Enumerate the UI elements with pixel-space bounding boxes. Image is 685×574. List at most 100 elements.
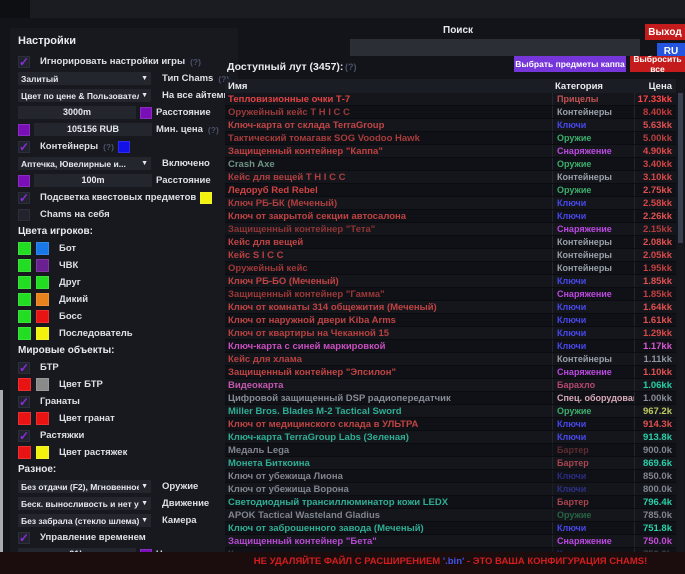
table-row[interactable]: Ключ от комнаты 314 общежития (Меченый)К… xyxy=(225,301,676,314)
value-input[interactable]: 105156 RUB xyxy=(34,123,152,136)
table-row[interactable]: Цифровой защищенный DSP радиопередатчикС… xyxy=(225,392,676,405)
color-swatch[interactable] xyxy=(18,242,31,255)
color-swatch[interactable] xyxy=(36,412,49,425)
color-swatch[interactable] xyxy=(18,446,31,459)
table-row[interactable]: Светодиодный трансиллюминатор кожи LEDXБ… xyxy=(225,496,676,509)
item-name: Цифровой защищенный DSP радиопередатчик xyxy=(225,393,552,404)
value-input[interactable]: 3000m xyxy=(18,106,136,119)
help-icon: (?) xyxy=(208,125,219,135)
settings-title: Настройки xyxy=(18,35,230,47)
table-row[interactable]: Кейс S I C CКонтейнеры2.05kk xyxy=(225,249,676,262)
dropdown[interactable]: Цвет по цене & Пользователь▼ xyxy=(18,89,151,102)
table-row[interactable]: Оружейный кейс Т Н I С СКонтейнеры8.40kk xyxy=(225,106,676,119)
item-name: Ключ-карта от склада TerraGroup xyxy=(225,120,552,131)
color-swatch[interactable] xyxy=(200,192,212,204)
table-row[interactable]: Кейс для вещей Т Н I С СКонтейнеры3.10kk xyxy=(225,171,676,184)
table-row[interactable]: Медаль LegaБартер900.0k xyxy=(225,444,676,457)
table-row[interactable]: Ключ РБ-БО (Меченый)Ключи1.85kk xyxy=(225,275,676,288)
table-row[interactable]: Ключ от убежища ВоронаКлючи800.0k xyxy=(225,483,676,496)
table-row[interactable]: Кейс для вещейКонтейнеры2.08kk xyxy=(225,236,676,249)
table-row[interactable]: Тактический томагавк SOG Voodoo HawkОруж… xyxy=(225,132,676,145)
color-swatch[interactable] xyxy=(36,446,49,459)
item-price: 1.61kk xyxy=(634,314,676,326)
table-row[interactable]: Монета БиткоинаБартер869.6k xyxy=(225,457,676,470)
item-price: 1.10kk xyxy=(634,366,676,378)
color-swatch[interactable] xyxy=(18,276,31,289)
drop-all-button[interactable]: Выбросить все xyxy=(630,56,685,72)
dropdown[interactable]: Без отдачи (F2), Мгновенное п▼ xyxy=(18,480,151,493)
item-category: Оружие xyxy=(552,184,634,196)
color-swatch[interactable] xyxy=(36,259,49,272)
item-category: Оружие xyxy=(552,405,634,417)
item-category: Оружие xyxy=(552,158,634,170)
checkbox-checked[interactable]: ✓ xyxy=(18,362,30,374)
settings-row-checkbox: Chams на себя xyxy=(18,206,230,223)
color-swatch[interactable] xyxy=(18,327,31,340)
color-swatch[interactable] xyxy=(18,175,30,187)
settings-row-colorpair: Босс xyxy=(18,308,230,325)
settings-scrollbar[interactable] xyxy=(0,390,3,552)
settings-row-input: 3000m Расстояние xyxy=(18,104,230,121)
table-row[interactable]: Защищенный контейнер "Бета"Снаряжение750… xyxy=(225,535,676,548)
color-swatch[interactable] xyxy=(36,242,49,255)
settings-row-checkbox: ✓Растяжки xyxy=(18,427,230,444)
table-row[interactable]: Защищенный контейнер "Каппа"Снаряжение4.… xyxy=(225,145,676,158)
color-swatch[interactable] xyxy=(36,276,49,289)
table-row[interactable]: Miller Bros. Blades M-2 Tactical SwordОр… xyxy=(225,405,676,418)
table-row[interactable]: Crash AxeОружие3.40kk xyxy=(225,158,676,171)
color-swatch[interactable] xyxy=(36,293,49,306)
dropdown[interactable]: Аптечка, Ювелирные и...▼ xyxy=(18,157,151,170)
table-row[interactable]: Защищенный контейнер "Гамма"Снаряжение1.… xyxy=(225,288,676,301)
color-swatch[interactable] xyxy=(18,124,30,136)
table-row[interactable]: Ключ от медицинского склада в УЛЬТРАКлюч… xyxy=(225,418,676,431)
table-row[interactable]: Защищенный контейнер "Эпсилон"Снаряжение… xyxy=(225,366,676,379)
table-row[interactable]: Кейс для хламаКонтейнеры1.11kk xyxy=(225,353,676,366)
table-row[interactable]: APOK Tactical Wasteland GladiusОружие785… xyxy=(225,509,676,522)
table-row[interactable]: Ключ от убежища ЛионаКлючи850.0k xyxy=(225,470,676,483)
table-row[interactable]: Ключ от закрытой секции автосалонаКлючи2… xyxy=(225,210,676,223)
table-row[interactable]: Ключ от заброшенного завода (Меченый)Клю… xyxy=(225,522,676,535)
checkbox-checked[interactable]: ✓ xyxy=(18,192,30,204)
table-row[interactable]: Защищенный контейнер "Тета"Снаряжение2.1… xyxy=(225,223,676,236)
color-swatch[interactable] xyxy=(18,310,31,323)
dropdown-value: Залитый xyxy=(21,74,58,84)
checkbox-checked[interactable]: ✓ xyxy=(18,141,30,153)
color-swatch[interactable] xyxy=(18,378,31,391)
checkbox-unchecked[interactable] xyxy=(18,209,30,221)
dropdown[interactable]: Залитый▼ xyxy=(18,72,151,85)
color-swatch[interactable] xyxy=(140,107,152,119)
settings-row-checkbox: ✓Гранаты xyxy=(18,393,230,410)
table-row[interactable]: Оружейный кейсКонтейнеры1.95kk xyxy=(225,262,676,275)
color-swatch[interactable] xyxy=(18,293,31,306)
table-row[interactable]: Ледоруб Red RebelОружие2.75kk xyxy=(225,184,676,197)
color-swatch[interactable] xyxy=(36,310,49,323)
color-swatch[interactable] xyxy=(18,259,31,272)
search-input[interactable] xyxy=(350,39,640,56)
checkbox-checked[interactable]: ✓ xyxy=(18,396,30,408)
color-swatch[interactable] xyxy=(36,327,49,340)
table-row[interactable]: Ключ-карта TerraGroup Labs (Зеленая)Ключ… xyxy=(225,431,676,444)
table-row[interactable]: Ключ от наружной двери Kiba ArmsКлючи1.6… xyxy=(225,314,676,327)
table-row[interactable]: ВидеокартаБарахло1.06kk xyxy=(225,379,676,392)
table-row[interactable]: Ключ от квартиры на Чеканной 15Ключи1.29… xyxy=(225,327,676,340)
checkbox-checked[interactable]: ✓ xyxy=(18,532,30,544)
table-row[interactable]: Тепловизионные очки Т-7Прицелы17.33kk xyxy=(225,93,676,106)
table-row[interactable]: Ключ-карта от склада TerraGroupКлючи5.63… xyxy=(225,119,676,132)
checkbox-checked[interactable]: ✓ xyxy=(18,430,30,442)
color-swatch[interactable] xyxy=(18,412,31,425)
item-category: Контейнеры xyxy=(552,236,634,248)
select-kappa-items-button[interactable]: Выбрать предметы каппа xyxy=(514,56,626,72)
checkbox-checked[interactable]: ✓ xyxy=(18,56,30,68)
table-row[interactable]: Ключ РБ-БК (Меченый)Ключи2.58kk xyxy=(225,197,676,210)
color-swatch[interactable] xyxy=(36,378,49,391)
table-scrollbar-thumb[interactable] xyxy=(678,93,683,243)
exit-button[interactable]: Выход xyxy=(645,24,685,40)
help-icon: (?) xyxy=(190,57,201,67)
color-swatch[interactable] xyxy=(118,141,130,153)
value-input[interactable]: 100m xyxy=(34,174,152,187)
dropdown[interactable]: Без забрала (стекло шлема)▼ xyxy=(18,514,151,527)
table-row[interactable]: Ключ-карта с синей маркировкойКлючи1.17k… xyxy=(225,340,676,353)
setting-label: Расстояние xyxy=(156,107,211,118)
table-scrollbar[interactable] xyxy=(677,79,684,552)
dropdown[interactable]: Беск. выносливость и нет уста▼ xyxy=(18,497,151,510)
